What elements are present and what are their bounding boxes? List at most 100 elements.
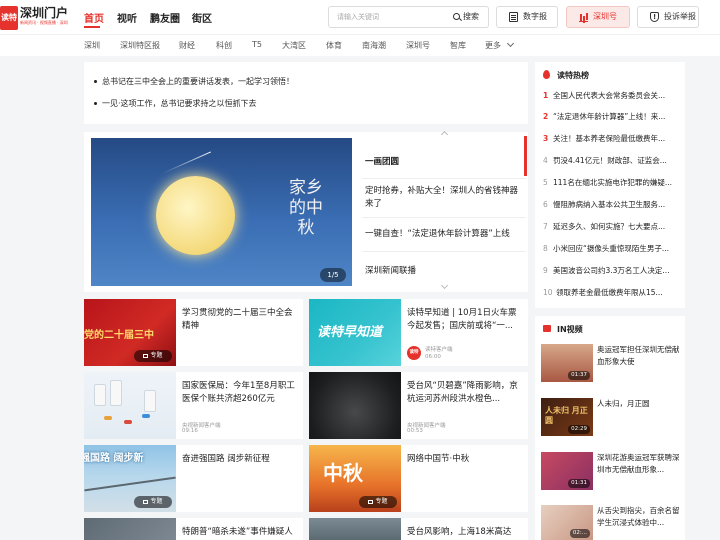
search-input[interactable] xyxy=(329,7,451,27)
news-card[interactable]: 受台风影响，上海18米高达 xyxy=(309,518,528,540)
thumbnail-text: 人未归 月正圆 xyxy=(545,406,588,425)
channel-nav: 深圳 深圳特区报 财经 科创 T5 大湾区 体育 南海潮 深圳号 智库 更多 xyxy=(0,34,720,56)
hot-text: 慢阻肺病纳入基本公共卫生服务... xyxy=(553,200,666,209)
channel-tech[interactable]: 科创 xyxy=(216,40,232,51)
search-button-label: 搜索 xyxy=(463,12,479,21)
news-card[interactable]: 国家医保局：今年1至8月职工医保个账共济超260亿元 央视新闻客户端 09:16 xyxy=(84,372,303,439)
chevron-up-icon[interactable] xyxy=(440,130,449,139)
news-card[interactable]: 彻党的二十届三中 专题 学习贯彻党的二十届三中全会精神 xyxy=(84,299,303,366)
hot-item[interactable]: 10 领取养老金最低缴费年限从15... xyxy=(543,287,683,298)
topic-icon xyxy=(143,353,149,358)
shenzhen-hao-button[interactable]: 深圳号 xyxy=(566,6,630,28)
hot-item[interactable]: 9 美国波音公司约3.3万名工人决定... xyxy=(543,265,683,276)
hot-item[interactable]: 8 小米回应“摄像头重惊现陌生男子... xyxy=(543,243,683,254)
notice-item[interactable]: 总书记在三中全会上的重要讲话发表，一起学习领悟！ xyxy=(94,76,294,87)
channel-shenzhen-hao[interactable]: 深圳号 xyxy=(406,40,430,51)
news-card[interactable]: 读特早知道 读特早知道 | 10月1日火车票今起发售；国庆前或将“一... 读特… xyxy=(309,299,528,366)
hot-item[interactable]: 5 111名在缅北实施电诈犯罪的嫌疑... xyxy=(543,177,683,188)
hot-item[interactable]: 4 罚没4.41亿元！财政部、证监会... xyxy=(543,155,683,166)
hot-rank: 7 xyxy=(543,222,548,231)
feature-item[interactable]: 一键自查！“法定退休年龄计算器”上线 xyxy=(365,228,525,241)
thumbnail-text: 读特早知道 xyxy=(317,325,383,340)
card-time: 06:00 xyxy=(425,354,441,360)
nav-friends-circle[interactable]: 鹏友圈 xyxy=(150,10,180,25)
site-logo[interactable]: 读特 深圳门户 新闻资讯 · 视频直播 · 深圳 xyxy=(0,6,68,30)
hot-item[interactable]: 1 全国人民代表大会常务委员会关... xyxy=(543,90,683,101)
fire-icon xyxy=(543,70,550,79)
channel-sports[interactable]: 体育 xyxy=(326,40,342,51)
nav-community[interactable]: 街区 xyxy=(192,10,212,25)
channel-t5[interactable]: T5 xyxy=(252,40,262,49)
card-title[interactable]: 受台风“贝碧嘉”降雨影响，京杭运河苏州段洪水橙色... xyxy=(407,380,523,406)
channel-more[interactable]: 更多 xyxy=(485,40,501,51)
feature-item[interactable]: 深圳新闻联播 xyxy=(365,265,525,278)
channel-finance[interactable]: 财经 xyxy=(179,40,195,51)
report-button[interactable]: 投诉举报 xyxy=(637,6,699,28)
hot-rank: 4 xyxy=(543,156,548,165)
channel-shenzhen[interactable]: 深圳 xyxy=(84,40,100,51)
card-title[interactable]: 学习贯彻党的二十届三中全会精神 xyxy=(182,307,298,333)
badge-label: 专题 xyxy=(150,352,163,359)
feature-calligraphy: 家乡的中秋 xyxy=(289,178,323,238)
video-title[interactable]: 从舌尖到指尖，百余名留学生沉浸式体验中... xyxy=(597,505,681,529)
video-thumbnail[interactable]: 人未归 月正圆 02:29 xyxy=(541,398,593,436)
hot-item[interactable]: 6 慢阻肺病纳入基本公共卫生服务... xyxy=(543,199,683,210)
divider xyxy=(362,251,526,252)
topic-icon xyxy=(368,499,374,504)
channel-greater-bay[interactable]: 大湾区 xyxy=(282,40,306,51)
pill-image xyxy=(124,420,132,424)
video-duration: 02:... xyxy=(569,529,590,538)
headline-notice: 总书记在三中全会上的重要讲话发表，一起学习领悟！ 一见·这项工作，总书记要求持之… xyxy=(84,62,528,124)
video-thumbnail[interactable]: 01:37 xyxy=(541,344,593,382)
hot-text: 领取养老金最低缴费年限从15... xyxy=(556,288,663,297)
card-thumbnail: 中秋 专题 xyxy=(309,445,401,512)
news-card[interactable]: 强国路 阔步新 专题 奋进强国路 阔步新征程 xyxy=(84,445,303,512)
shenzhen-hao-label: 深圳号 xyxy=(593,12,617,21)
topic-badge: 专题 xyxy=(359,496,397,508)
notice-item[interactable]: 一见·这项工作，总书记要求持之以恒抓下去 xyxy=(94,98,257,109)
video-title[interactable]: 深圳花游奥运冠军获聘深圳市无偿献血形象... xyxy=(597,452,681,476)
search-icon xyxy=(453,13,460,20)
hot-rank: 9 xyxy=(543,266,548,275)
news-card[interactable]: 特朗普“暗杀未遂”事件嫌疑人 xyxy=(84,518,303,540)
feature-item[interactable]: 一画团圆 xyxy=(365,156,525,169)
bullet-icon xyxy=(94,80,97,83)
hot-item[interactable]: 3 关注！基本养老保险最低缴费年... xyxy=(543,133,683,144)
card-title[interactable]: 特朗普“暗杀未遂”事件嫌疑人 xyxy=(182,526,298,539)
feature-image[interactable]: 家乡的中秋 1/5 xyxy=(91,138,352,286)
hot-item[interactable]: 2 “法定退休年龄计算器”上线！来... xyxy=(543,111,683,122)
nav-audiovisual[interactable]: 视听 xyxy=(117,10,137,25)
report-label: 投诉举报 xyxy=(664,12,696,21)
chevron-down-icon[interactable] xyxy=(506,39,515,48)
card-time: 09:16 xyxy=(182,428,198,434)
video-duration: 01:31 xyxy=(568,479,590,488)
news-card[interactable]: 受台风“贝碧嘉”降雨影响，京杭运河苏州段洪水橙色... 央视新闻客户端 00:5… xyxy=(309,372,528,439)
digital-paper-button[interactable]: 数字报 xyxy=(496,6,558,28)
card-title[interactable]: 奋进强国路 阔步新征程 xyxy=(182,453,298,466)
video-thumbnail[interactable]: 01:31 xyxy=(541,452,593,490)
feature-item[interactable]: 定时抢券，补贴大全！深圳人的省钱神器来了 xyxy=(365,185,525,211)
video-thumbnail[interactable]: 02:... xyxy=(541,505,593,540)
card-title[interactable]: 国家医保局：今年1至8月职工医保个账共济超260亿元 xyxy=(182,380,298,406)
channel-sz-special-zone-daily[interactable]: 深圳特区报 xyxy=(120,40,160,51)
divider xyxy=(362,178,526,179)
channel-think-tank[interactable]: 智库 xyxy=(450,40,466,51)
hot-item[interactable]: 7 延迟多久、如何实施？七大要点... xyxy=(543,221,683,232)
card-title[interactable]: 受台风影响，上海18米高达 xyxy=(407,526,523,539)
hot-text: 美国波音公司约3.3万名工人决定... xyxy=(553,266,670,275)
logo-mark: 读特 xyxy=(0,6,18,30)
thumbnail-text: 中秋 xyxy=(323,461,363,485)
card-title[interactable]: 读特早知道 | 10月1日火车票今起发售；国庆前或将“一... xyxy=(407,307,523,333)
news-card[interactable]: 中秋 专题 网络中国节·中秋 xyxy=(309,445,528,512)
search-button[interactable]: 搜索 xyxy=(453,7,489,27)
card-thumbnail: 彻党的二十届三中 专题 xyxy=(84,299,176,366)
moon-image xyxy=(156,176,235,255)
video-title[interactable]: 人未归，月正圆 xyxy=(597,398,681,410)
channel-nanhaichao[interactable]: 南海潮 xyxy=(362,40,386,51)
card-title[interactable]: 网络中国节·中秋 xyxy=(407,453,523,466)
hot-text: 全国人民代表大会常务委员会关... xyxy=(553,91,666,100)
nav-home[interactable]: 首页 xyxy=(84,10,104,25)
video-title[interactable]: 奥运冠军担任深圳无偿献血形象大使 xyxy=(597,344,681,368)
carousel-pager: 1/5 xyxy=(320,268,346,282)
logo-text: 深圳门户 xyxy=(20,6,69,20)
